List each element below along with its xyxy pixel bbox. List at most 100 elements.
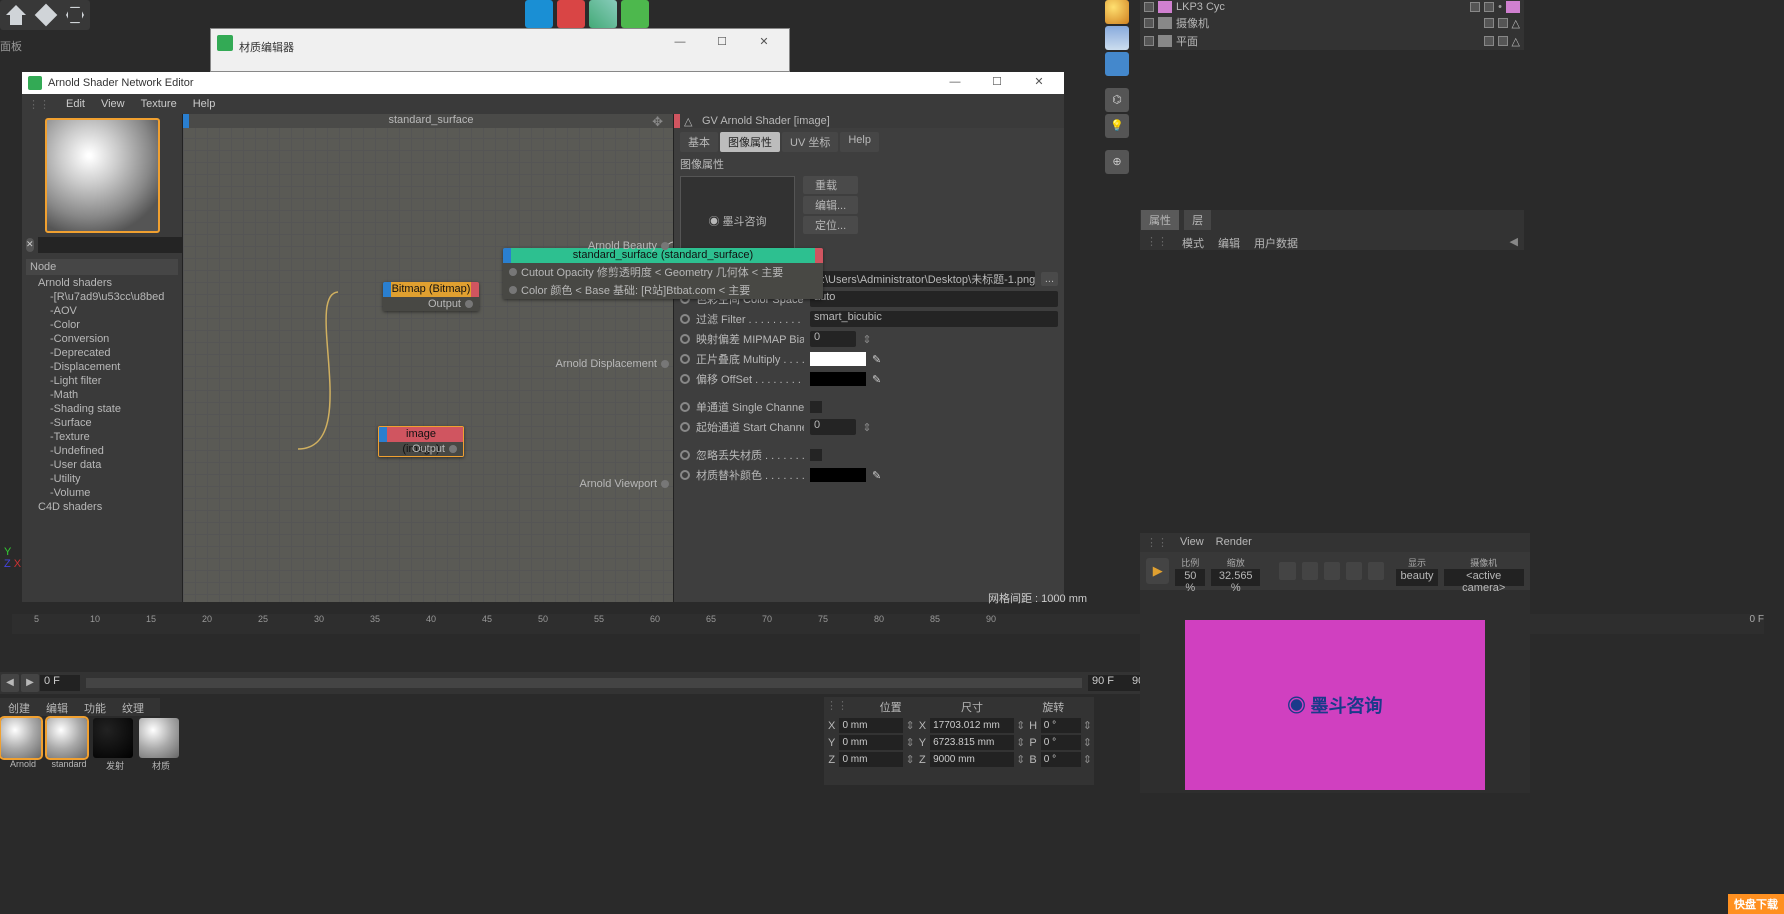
search-input[interactable] <box>38 237 188 253</box>
render-icon[interactable] <box>1279 562 1295 580</box>
render-icon[interactable] <box>1368 562 1384 580</box>
tab-image-attr[interactable]: 图像属性 <box>720 132 780 152</box>
maximize-button[interactable]: ☐ <box>976 69 1018 97</box>
filename-field[interactable]: C:\Users\Administrator\Desktop\未标题-1.png <box>810 271 1035 287</box>
radio-icon[interactable] <box>680 314 690 324</box>
tree-item[interactable]: -Light filter <box>26 374 178 388</box>
pos-field[interactable] <box>839 735 903 750</box>
close-button[interactable]: ✕ <box>1018 69 1060 97</box>
tree-item[interactable]: -Shading state <box>26 402 178 416</box>
tree-item[interactable]: -Undefined <box>26 444 178 458</box>
hex-icon[interactable] <box>66 6 84 24</box>
zoom-field[interactable]: 32.565 % <box>1211 569 1260 586</box>
material-preview[interactable] <box>45 118 160 233</box>
camera-field[interactable]: <active camera> <box>1444 569 1524 586</box>
material-item[interactable]: Arnold <box>1 718 45 778</box>
frame-field[interactable]: 90 F <box>1088 675 1128 691</box>
tab-attributes[interactable]: 属性 <box>1141 210 1179 230</box>
render-icon[interactable] <box>1346 562 1362 580</box>
tree-item[interactable]: -Texture <box>26 430 178 444</box>
output-port[interactable] <box>449 445 457 453</box>
material-preview-icon[interactable] <box>1 718 41 758</box>
radio-icon[interactable] <box>680 470 690 480</box>
tag-icon[interactable] <box>1506 1 1520 13</box>
tree-item[interactable]: -Deprecated <box>26 346 178 360</box>
node-standard-surface[interactable]: standard_surface (standard_surface) Cuto… <box>503 248 823 299</box>
next-button[interactable]: ▶ <box>21 674 39 692</box>
browse-button[interactable]: ... <box>1041 272 1058 286</box>
mipmap-field[interactable]: 0 <box>810 331 856 347</box>
tab-layers[interactable]: 层 <box>1184 210 1211 230</box>
close-button[interactable]: ✕ <box>743 29 785 57</box>
menu-view[interactable]: View <box>101 98 125 110</box>
render-icon[interactable] <box>1302 562 1318 580</box>
camera-icon[interactable]: ⌬ <box>1105 88 1129 112</box>
size-field[interactable] <box>930 752 1014 767</box>
colorspace-field[interactable]: auto <box>810 291 1058 307</box>
material-item[interactable]: 材质 <box>139 718 183 778</box>
tree-item[interactable]: -Utility <box>26 472 178 486</box>
replace-color[interactable] <box>810 468 866 482</box>
start-channel-field[interactable]: 0 <box>810 419 856 435</box>
size-field[interactable] <box>930 718 1014 733</box>
outliner-row[interactable]: 平面△ <box>1140 32 1524 50</box>
tool-icon[interactable] <box>1105 52 1129 76</box>
globe-icon[interactable]: ⊕ <box>1105 150 1129 174</box>
move-icon[interactable]: ✥ <box>652 114 663 130</box>
material-item[interactable]: standard <box>47 718 91 778</box>
menu-edit[interactable]: Edit <box>66 98 85 110</box>
tree-item[interactable]: -Math <box>26 388 178 402</box>
spinner-icon[interactable]: ⇕ <box>862 421 872 434</box>
tab-help[interactable]: Help <box>840 132 879 152</box>
rot-field[interactable] <box>1041 718 1081 733</box>
tool-d-icon[interactable] <box>621 0 649 28</box>
attr-menu-userdata[interactable]: 用户数据 <box>1254 235 1298 251</box>
back-icon[interactable]: ◀ <box>1510 235 1518 251</box>
pos-field[interactable] <box>839 752 903 767</box>
eyedropper-icon[interactable]: ✎ <box>872 353 886 366</box>
maximize-button[interactable]: ☐ <box>701 29 743 57</box>
tilt-icon[interactable] <box>35 4 58 27</box>
eyedropper-icon[interactable]: ✎ <box>872 373 886 386</box>
tab-texture[interactable]: 纹理 <box>114 698 152 716</box>
tool-c-icon[interactable] <box>589 0 617 28</box>
clear-search-icon[interactable]: ✕ <box>26 238 34 252</box>
size-field[interactable] <box>930 735 1014 750</box>
radio-icon[interactable] <box>680 334 690 344</box>
display-field[interactable]: beauty <box>1396 569 1437 586</box>
edit-button[interactable]: 编辑... <box>803 196 858 214</box>
radio-icon[interactable] <box>680 374 690 384</box>
radio-icon[interactable] <box>680 354 690 364</box>
eyedropper-icon[interactable]: ✎ <box>872 469 886 482</box>
node-image[interactable]: image (image) Output <box>378 426 464 457</box>
scale-field[interactable]: 50 % <box>1175 569 1205 586</box>
material-preview-icon[interactable] <box>93 718 133 758</box>
spinner-icon[interactable]: ⇕ <box>862 333 872 346</box>
tree-group[interactable]: C4D shaders <box>26 500 178 514</box>
start-frame-field[interactable]: 0 F <box>40 675 80 691</box>
radio-icon[interactable] <box>680 450 690 460</box>
prev-button[interactable]: ◀ <box>1 674 19 692</box>
tree-item[interactable]: -Conversion <box>26 332 178 346</box>
node-graph[interactable]: standard_surface ✥ standard_surface (sta… <box>182 114 674 602</box>
tree-item[interactable]: -Surface <box>26 416 178 430</box>
render-icon[interactable] <box>1324 562 1340 580</box>
tree-item[interactable]: -Color <box>26 318 178 332</box>
sky-icon[interactable] <box>1105 26 1129 50</box>
input-port[interactable] <box>509 286 517 294</box>
pos-field[interactable] <box>839 718 903 733</box>
ignore-missing-checkbox[interactable] <box>810 449 822 461</box>
tab-create[interactable]: 创建 <box>0 698 38 716</box>
minimize-button[interactable]: — <box>934 69 976 97</box>
tree-item[interactable]: -Volume <box>26 486 178 500</box>
reload-button[interactable]: 重载 <box>803 176 858 194</box>
render-view[interactable]: ◉ 墨斗咨询 <box>1185 620 1485 790</box>
material-item[interactable]: 发射 <box>93 718 137 778</box>
render-play-button[interactable]: ▶ <box>1146 558 1169 584</box>
radio-icon[interactable] <box>680 422 690 432</box>
outliner-row[interactable]: LKP3 Cyc• <box>1140 0 1524 14</box>
tree-item[interactable]: -User data <box>26 458 178 472</box>
menu-texture[interactable]: Texture <box>141 98 177 110</box>
render-menu-render[interactable]: Render <box>1216 536 1252 549</box>
tool-a-icon[interactable] <box>525 0 553 28</box>
